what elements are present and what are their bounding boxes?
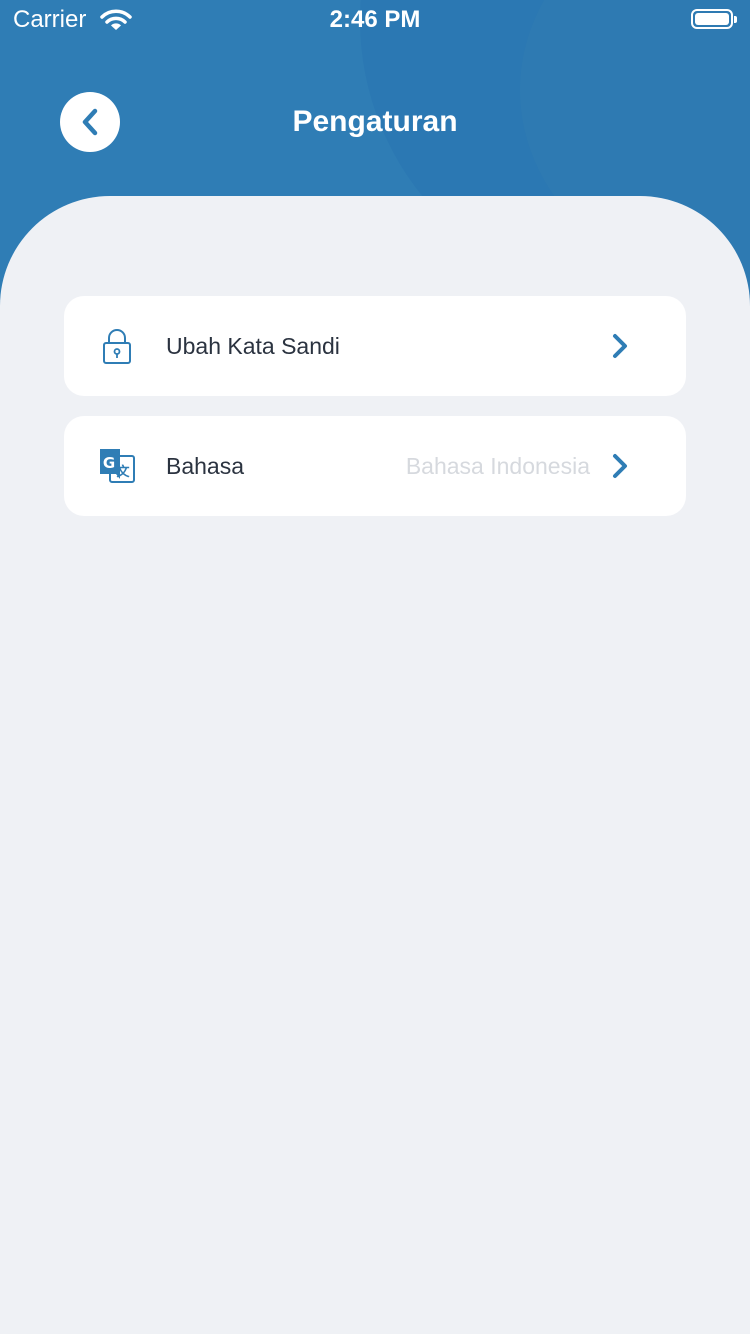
translate-icon: 文 G xyxy=(100,449,135,483)
status-time: 2:46 PM xyxy=(329,6,421,33)
settings-item-change-password[interactable]: Ubah Kata Sandi xyxy=(64,296,686,396)
settings-item-label: Ubah Kata Sandi xyxy=(166,333,340,359)
settings-item-label: Bahasa xyxy=(166,453,245,479)
lock-icon xyxy=(103,329,131,364)
status-bar: Carrier 2:46 PM xyxy=(0,0,750,40)
selected-language-value: Bahasa Indonesia xyxy=(405,453,590,479)
chevron-right-icon xyxy=(613,454,627,478)
page-title: Pengaturan xyxy=(292,105,458,138)
settings-item-language[interactable]: 文 G Bahasa Bahasa Indonesia xyxy=(64,416,686,516)
chevron-right-icon xyxy=(613,334,627,358)
svg-text:G: G xyxy=(103,454,115,472)
battery-icon xyxy=(691,9,737,29)
